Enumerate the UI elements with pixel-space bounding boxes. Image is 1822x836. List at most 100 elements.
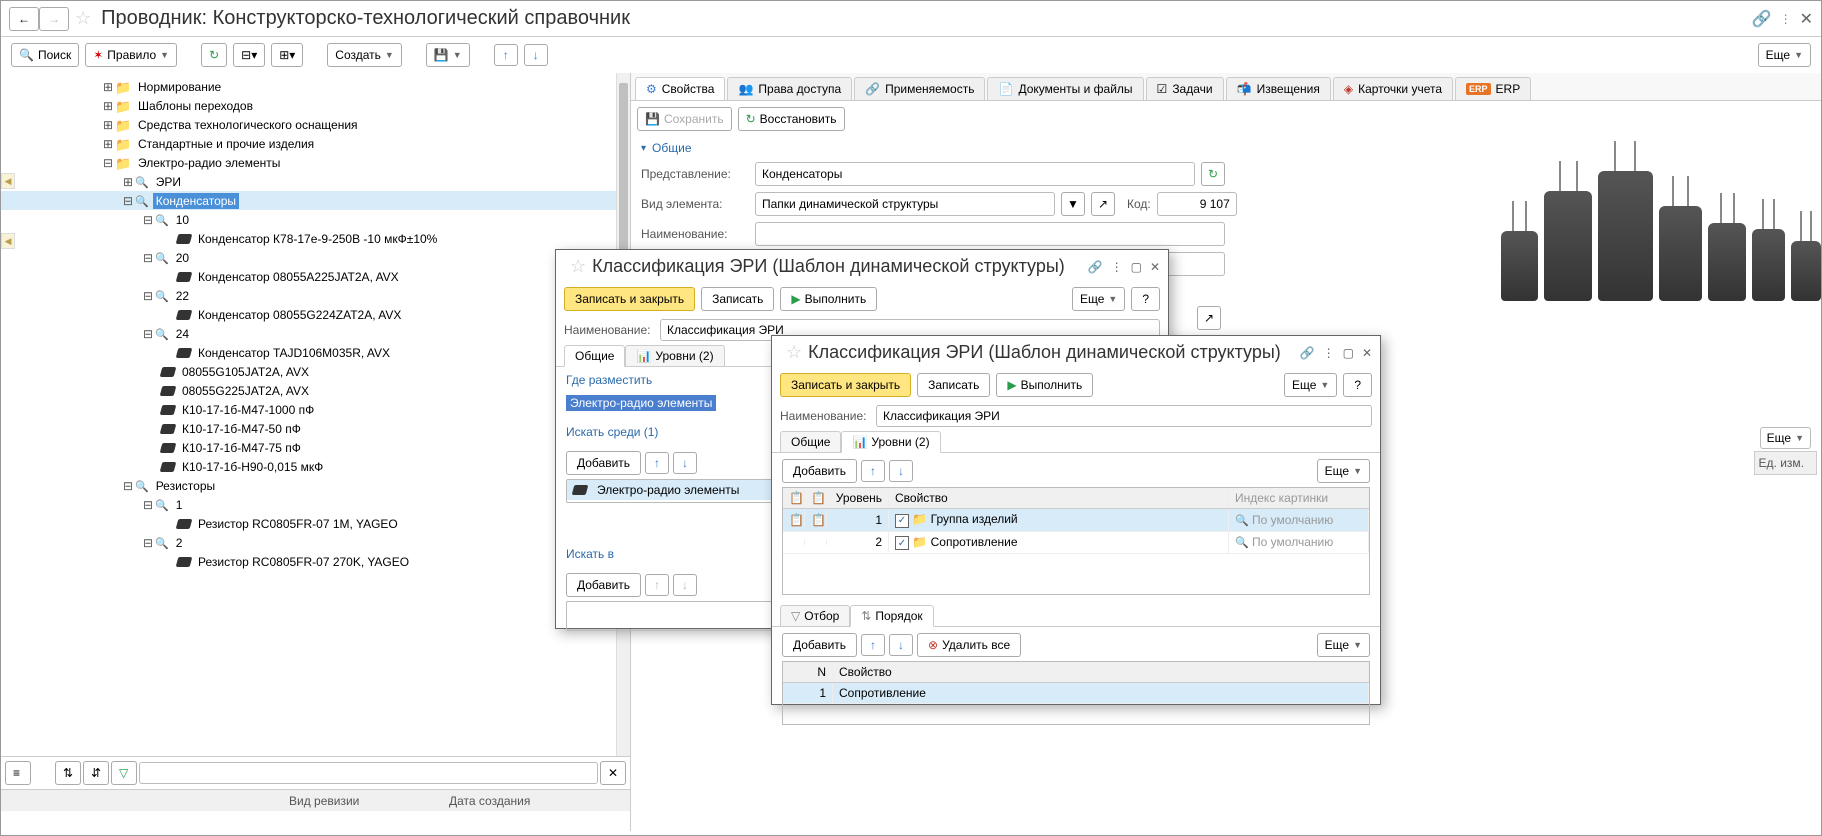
add-button[interactable]: Добавить bbox=[566, 451, 641, 475]
favorite-star-icon[interactable]: ☆ bbox=[570, 256, 586, 277]
run-button[interactable]: ▶Выполнить bbox=[996, 373, 1093, 397]
repr-input[interactable] bbox=[755, 162, 1195, 186]
down-button[interactable]: ↓ bbox=[889, 460, 913, 482]
magnifier-icon bbox=[135, 175, 149, 189]
write-close-button[interactable]: Записать и закрыть bbox=[564, 287, 695, 311]
favorite-star-icon[interactable]: ☆ bbox=[75, 8, 91, 29]
order-row-1[interactable]: 1 Сопротивление bbox=[783, 683, 1369, 704]
more-dropdown-2[interactable]: Еще▼ bbox=[1760, 427, 1811, 449]
expand-button[interactable]: ⊞▾ bbox=[271, 43, 303, 67]
restore-button[interactable]: ↻Восстановить bbox=[738, 107, 845, 131]
folder-icon bbox=[115, 137, 131, 151]
dropdown-button[interactable]: ▼ bbox=[1061, 192, 1085, 216]
name-input[interactable] bbox=[755, 222, 1225, 246]
search-icon: 🔍 bbox=[19, 48, 34, 62]
repr-label: Представление: bbox=[641, 167, 749, 181]
kind-input[interactable] bbox=[755, 192, 1055, 216]
refresh-button[interactable]: ↻ bbox=[201, 43, 227, 67]
mini-tab-order[interactable]: ⇅Порядок bbox=[850, 605, 933, 627]
down-button-2[interactable]: ↓ bbox=[889, 634, 913, 656]
up-button[interactable]: ↑ bbox=[645, 452, 669, 474]
footer-clear-button[interactable]: ✕ bbox=[600, 761, 626, 785]
write-button[interactable]: Записать bbox=[917, 373, 990, 397]
up-button[interactable]: ↑ bbox=[494, 44, 518, 66]
collapse-button[interactable]: ⊟▾ bbox=[233, 43, 265, 67]
sort-btn-1[interactable]: ⇅ bbox=[55, 761, 81, 785]
more-dropdown-order[interactable]: Еще▼ bbox=[1317, 633, 1370, 657]
favorite-star-icon[interactable]: ☆ bbox=[786, 342, 802, 363]
menu-dots-icon[interactable]: ⋮ bbox=[1111, 260, 1123, 274]
more-dropdown[interactable]: Еще▼ bbox=[1072, 287, 1125, 311]
menu-dots-icon[interactable]: ⋮ bbox=[1780, 12, 1792, 26]
forward-button[interactable]: → bbox=[39, 7, 69, 31]
grid-row-2[interactable]: 2 ✓ 📁 Сопротивление По умолчанию bbox=[783, 532, 1369, 555]
tree-selected-row[interactable]: ⊟Конденсаторы bbox=[1, 191, 630, 210]
down-button[interactable]: ↓ bbox=[524, 44, 548, 66]
repr-refresh-button[interactable]: ↻ bbox=[1201, 162, 1225, 186]
add-button-2[interactable]: Добавить bbox=[782, 633, 857, 657]
tab-apply[interactable]: 🔗Применяемость bbox=[854, 77, 985, 100]
mini-tab-levels[interactable]: 📊Уровни (2) bbox=[841, 431, 940, 453]
grid-row-1[interactable]: 📋📋 1 ✓ 📁 Группа изделий По умолчанию bbox=[783, 509, 1369, 532]
link-icon[interactable]: 🔗 bbox=[1752, 9, 1772, 29]
edit-btn[interactable]: ↗ bbox=[1197, 306, 1221, 330]
help-button[interactable]: ? bbox=[1131, 287, 1160, 311]
mini-tab-levels[interactable]: 📊Уровни (2) bbox=[625, 345, 724, 366]
write-close-button[interactable]: Записать и закрыть bbox=[780, 373, 911, 397]
tab-erp[interactable]: ERPERP bbox=[1455, 77, 1531, 100]
help-button[interactable]: ? bbox=[1343, 373, 1372, 397]
col-icon-1: 📋 bbox=[783, 488, 805, 508]
up-button-2[interactable]: ↑ bbox=[861, 634, 885, 656]
close-icon[interactable]: ✕ bbox=[1362, 346, 1372, 360]
code-input[interactable] bbox=[1157, 192, 1237, 216]
tab-docs[interactable]: 📄Документы и файлы bbox=[987, 77, 1143, 100]
filter-btn[interactable]: ▽ bbox=[111, 761, 137, 785]
tab-properties[interactable]: ⚙Свойства bbox=[635, 77, 725, 100]
down-button-2[interactable]: ↓ bbox=[673, 574, 697, 596]
run-button[interactable]: ▶Выполнить bbox=[780, 287, 877, 311]
maximize-icon[interactable]: ▢ bbox=[1131, 260, 1142, 274]
create-dropdown[interactable]: Создать▼ bbox=[327, 43, 402, 67]
view-btn-1[interactable]: ≡ bbox=[5, 761, 31, 785]
add-button-2[interactable]: Добавить bbox=[566, 573, 641, 597]
footer-search-input[interactable] bbox=[139, 762, 598, 784]
tab-cards[interactable]: ◈Карточки учета bbox=[1333, 77, 1453, 100]
down-button[interactable]: ↓ bbox=[673, 452, 697, 474]
rule-dropdown[interactable]: ✶Правило▼ bbox=[85, 43, 177, 67]
open-button[interactable]: ↗ bbox=[1091, 192, 1115, 216]
magnifier-icon bbox=[155, 498, 169, 512]
tab-notif[interactable]: 📬Извещения bbox=[1226, 77, 1331, 100]
close-icon[interactable]: ✕ bbox=[1150, 260, 1160, 274]
name-label: Наименование: bbox=[780, 409, 870, 423]
link-icon[interactable]: 🔗 bbox=[1300, 346, 1315, 360]
tab-tasks[interactable]: ☑Задачи bbox=[1146, 77, 1224, 100]
search-button[interactable]: 🔍Поиск bbox=[11, 43, 79, 67]
link-icon[interactable]: 🔗 bbox=[1088, 260, 1103, 274]
more-dropdown[interactable]: Еще▼ bbox=[1284, 373, 1337, 397]
save-props-button[interactable]: 💾 Сохранить bbox=[637, 107, 732, 131]
name-input[interactable] bbox=[876, 405, 1372, 427]
chip-icon bbox=[176, 310, 193, 320]
tree-view[interactable]: ⊞Нормирование ⊞Шаблоны переходов ⊞Средст… bbox=[1, 73, 630, 756]
up-button[interactable]: ↑ bbox=[861, 460, 885, 482]
back-button[interactable]: ← bbox=[9, 7, 39, 31]
checkbox[interactable]: ✓ bbox=[895, 536, 909, 550]
close-icon[interactable]: ✕ bbox=[1800, 9, 1813, 29]
menu-dots-icon[interactable]: ⋮ bbox=[1323, 346, 1335, 360]
more-dropdown[interactable]: Еще▼ bbox=[1758, 43, 1811, 67]
mini-tab-general[interactable]: Общие bbox=[564, 345, 625, 367]
save-button[interactable]: 💾▼ bbox=[426, 43, 470, 67]
add-button[interactable]: Добавить bbox=[782, 459, 857, 483]
up-button-2[interactable]: ↑ bbox=[645, 574, 669, 596]
maximize-icon[interactable]: ▢ bbox=[1343, 346, 1354, 360]
more-dropdown-grid[interactable]: Еще▼ bbox=[1317, 459, 1370, 483]
mini-tab-general[interactable]: Общие bbox=[780, 431, 841, 452]
write-button[interactable]: Записать bbox=[701, 287, 774, 311]
checkbox[interactable]: ✓ bbox=[895, 514, 909, 528]
tab-access[interactable]: 👥Права доступа bbox=[727, 77, 852, 100]
name-label: Наименование: bbox=[641, 227, 749, 241]
mini-tab-filter[interactable]: ▽Отбор bbox=[780, 605, 850, 626]
sort-btn-2[interactable]: ⇵ bbox=[83, 761, 109, 785]
where-value[interactable]: Электро-радио элементы bbox=[566, 395, 716, 411]
delete-all-button[interactable]: ⊗Удалить все bbox=[917, 633, 1021, 657]
